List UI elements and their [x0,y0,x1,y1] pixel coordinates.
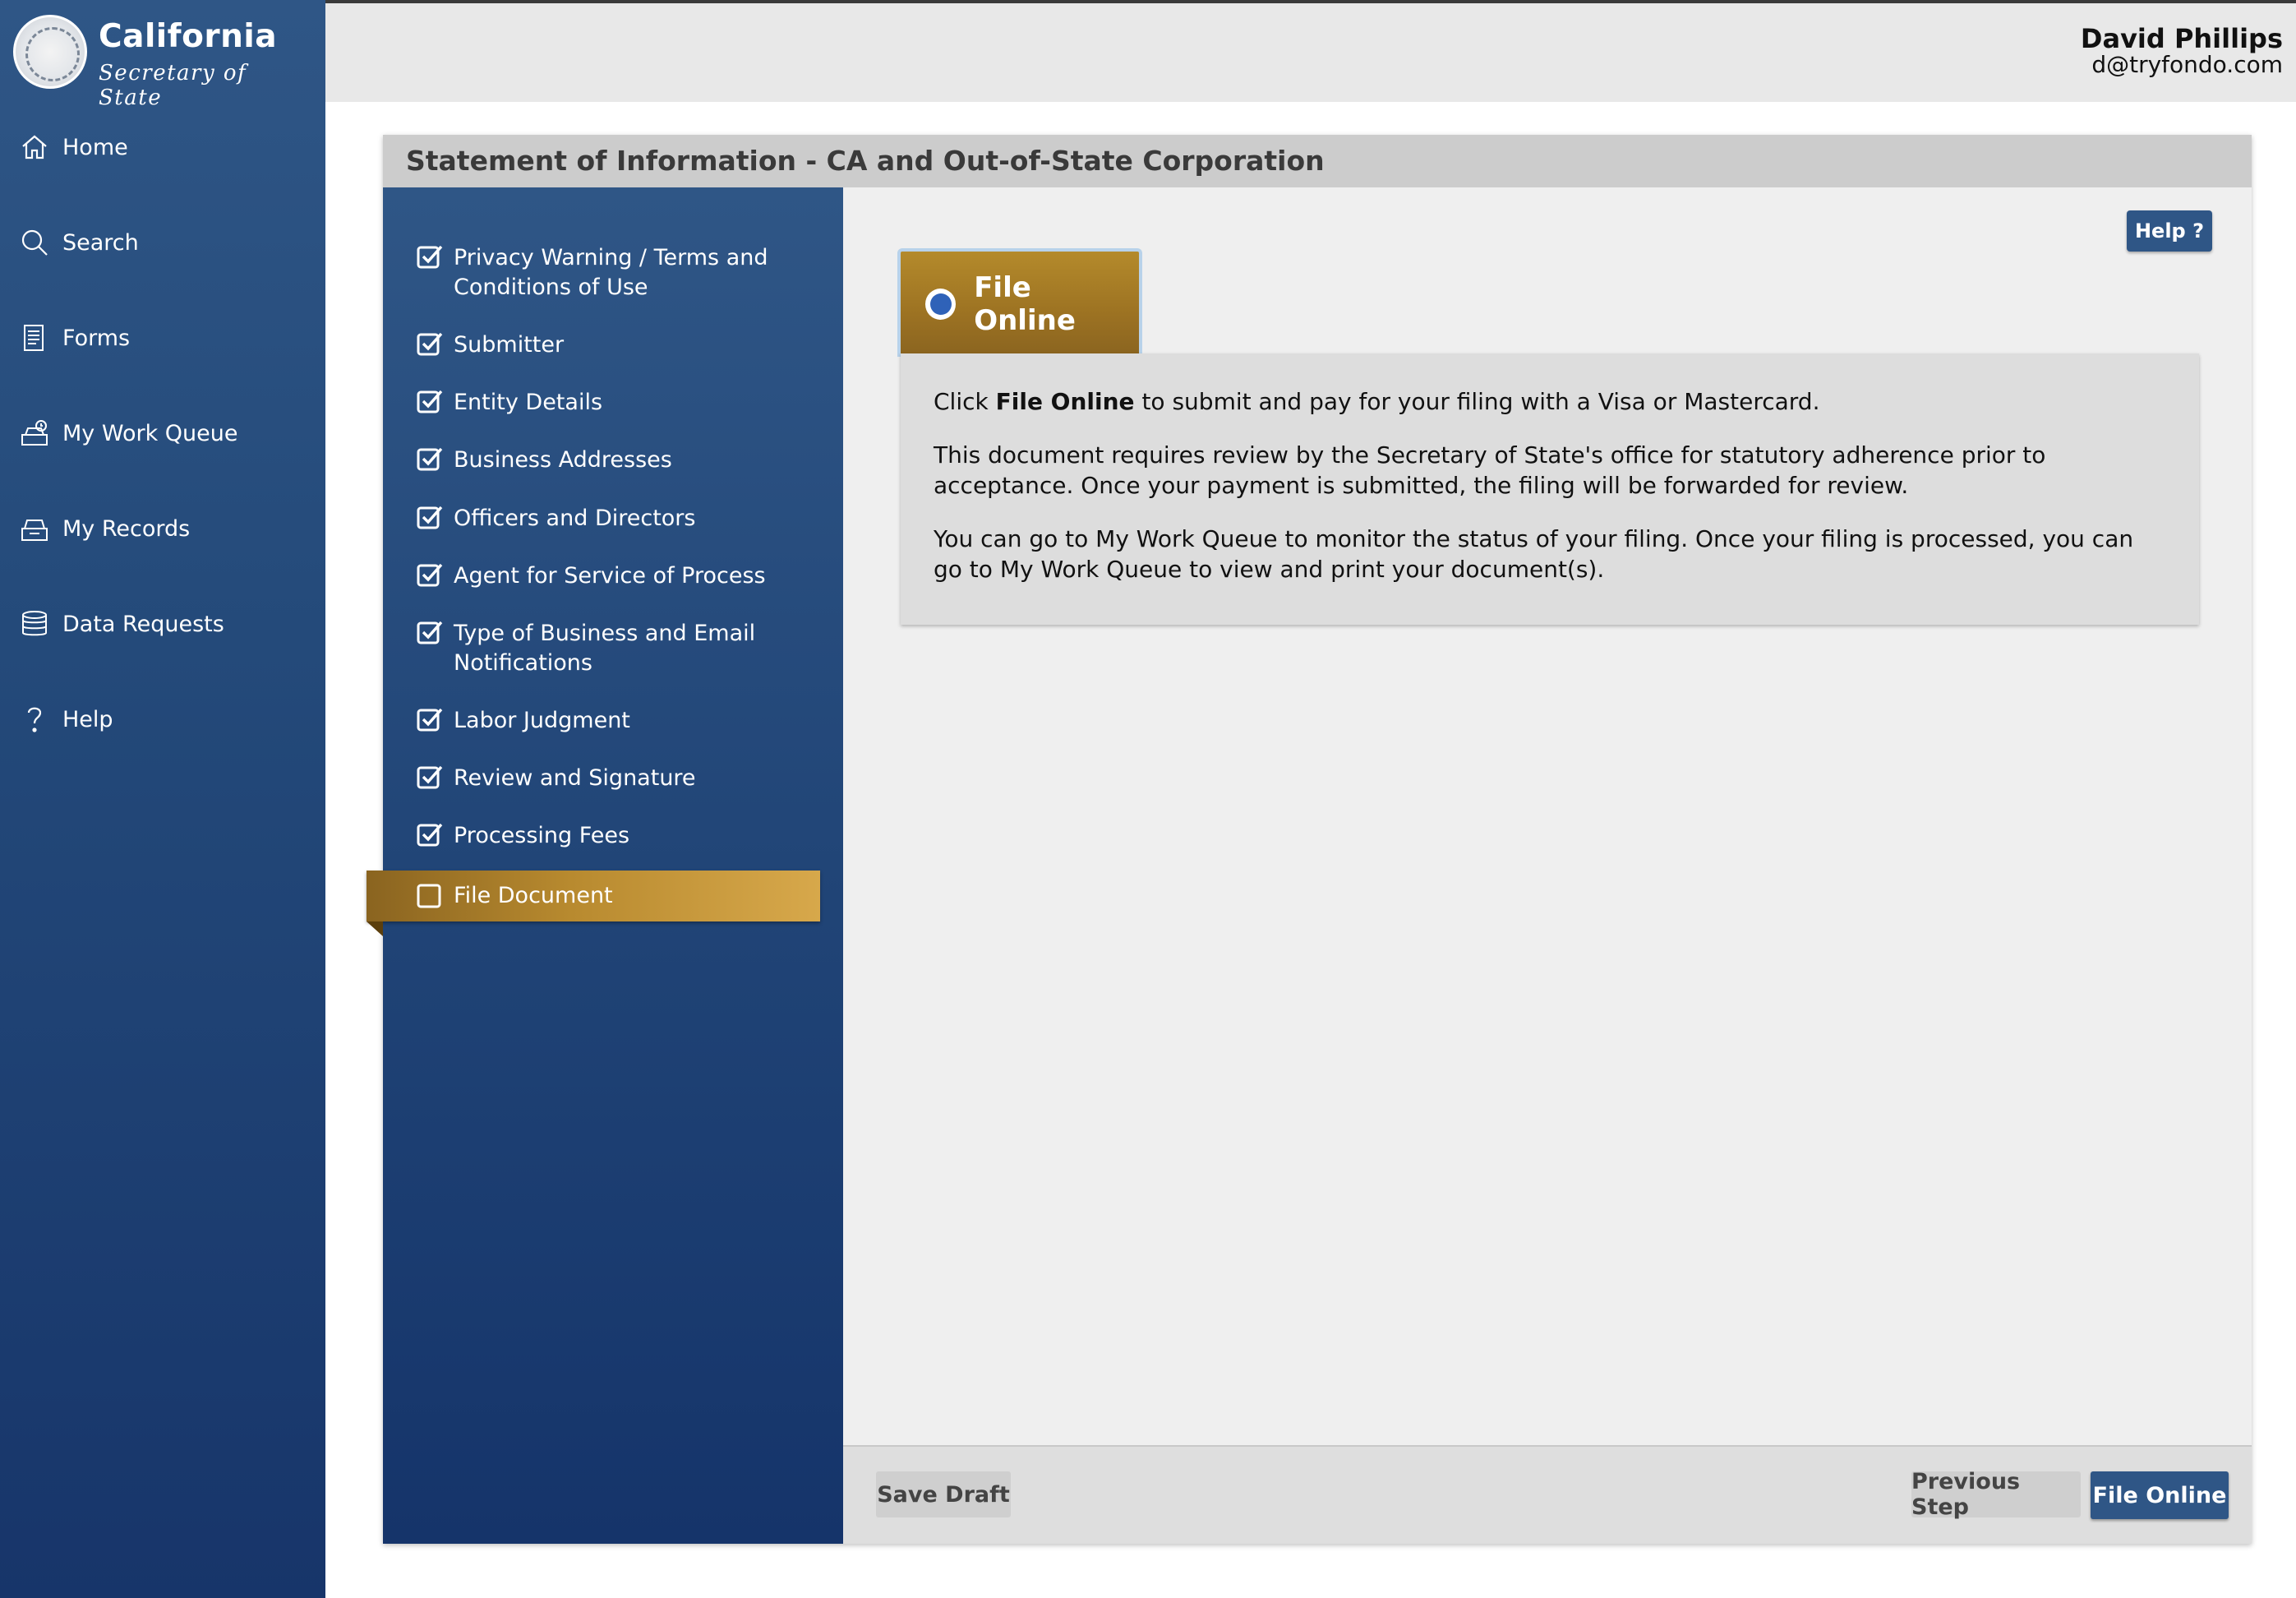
sidebar-item-data-requests[interactable]: Data Requests [18,602,314,646]
checkbox-checked-icon [417,447,443,471]
file-online-button[interactable]: File Online [2091,1471,2229,1519]
info-paragraph-1: Click File Online to submit and pay for … [934,388,1820,415]
sidebar-item-label: Forms [62,325,131,351]
step-type-of-business[interactable]: Type of Business and Email Notifications [416,619,827,678]
sidebar-item-label: Home [62,134,128,160]
step-label: Processing Fees [454,823,630,848]
sidebar-item-help[interactable]: Help [18,697,314,741]
file-online-info-box: Click File Online to submit and pay for … [901,353,2199,625]
form-card: Statement of Information - CA and Out-of… [367,135,2252,1544]
checkbox-checked-icon [417,823,443,847]
checkbox-checked-icon [417,563,443,587]
work-queue-icon [18,417,51,450]
checkbox-empty-icon [417,884,441,908]
step-label: Review and Signature [454,765,696,791]
form-title-bar: Statement of Information - CA and Out-of… [383,135,2252,187]
checkbox-checked-icon [417,621,443,644]
file-online-option[interactable]: File Online [897,248,1142,357]
info-paragraph-2: This document requires review by the Sec… [934,441,2046,499]
top-header: David Phillips d@tryfondo.com [325,3,2296,102]
step-privacy-warning[interactable]: Privacy Warning / Terms and Conditions o… [416,243,827,303]
file-online-option-label: File Online [974,271,1076,337]
checkbox-checked-icon [417,390,443,413]
question-icon [18,703,51,736]
info-paragraph-3: You can go to My Work Queue to monitor t… [934,525,2134,583]
steps-panel: Privacy Warning / Terms and Conditions o… [367,187,843,1544]
step-review-signature[interactable]: Review and Signature [416,764,827,793]
save-draft-button[interactable]: Save Draft [876,1471,1011,1517]
sidebar-item-search[interactable]: Search [18,220,314,265]
sidebar-item-forms[interactable]: Forms [18,316,314,360]
step-label: Labor Judgment [454,708,630,733]
step-label: Entity Details [454,390,603,415]
checkbox-checked-icon [417,245,443,269]
sidebar-item-label: Data Requests [62,611,224,637]
step-submitter[interactable]: Submitter [416,330,827,360]
step-file-document[interactable]: File Document [367,871,820,936]
sidebar-item-my-records[interactable]: My Records [18,506,314,551]
sidebar-item-home[interactable]: Home [18,125,314,169]
sidebar-item-my-work-queue[interactable]: My Work Queue [18,411,314,455]
home-icon [18,131,51,164]
user-name[interactable]: David Phillips [2081,23,2283,54]
sidebar: California Secretary of State Home Searc… [0,0,325,1598]
checkbox-checked-icon [417,765,443,789]
brand-title: California [99,18,278,55]
sidebar-item-label: Help [62,706,113,732]
step-agent-for-service[interactable]: Agent for Service of Process [416,561,827,591]
checkbox-checked-icon [417,506,443,529]
step-label: Officers and Directors [454,506,696,531]
step-label: Submitter [454,332,565,358]
user-email: d@tryfondo.com [2091,51,2283,78]
records-icon [18,512,51,545]
sidebar-item-label: My Records [62,515,191,542]
brand[interactable]: California Secretary of State [13,15,317,110]
step-label: Privacy Warning / Terms and Conditions o… [454,245,768,300]
checkbox-checked-icon [417,708,443,732]
previous-step-button[interactable]: Previous Step [1911,1469,2081,1520]
step-processing-fees[interactable]: Processing Fees [416,821,827,851]
brand-subtitle: Secretary of State [99,61,247,110]
step-labor-judgment[interactable]: Labor Judgment [416,706,827,736]
forms-icon [18,321,51,354]
step-label: Type of Business and Email Notifications [454,621,756,676]
database-icon [18,607,51,640]
radio-selected-icon[interactable] [925,289,957,320]
sidebar-item-label: Search [62,229,139,256]
checkbox-checked-icon [417,332,443,356]
step-business-addresses[interactable]: Business Addresses [416,446,827,475]
step-officers-directors[interactable]: Officers and Directors [416,504,827,533]
step-label: Business Addresses [454,447,672,473]
step-entity-details[interactable]: Entity Details [416,388,827,418]
step-label: Agent for Service of Process [454,563,766,589]
sidebar-item-label: My Work Queue [62,420,238,446]
search-icon [18,226,51,259]
page-title: Statement of Information - CA and Out-of… [406,145,1325,177]
step-label: File Document [454,883,613,908]
help-button[interactable]: Help ? [2127,210,2212,252]
form-footer: Save Draft Previous Step File Online [843,1445,2252,1544]
state-seal-logo [13,15,87,89]
